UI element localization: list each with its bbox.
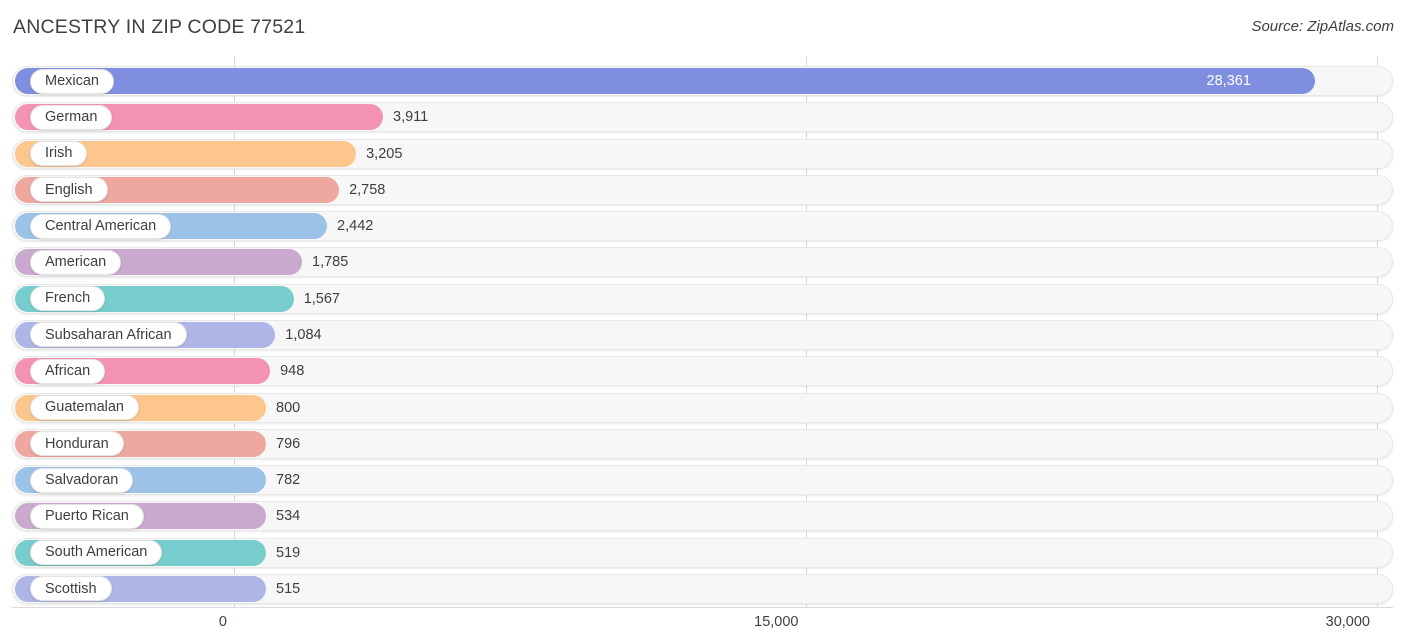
category-label-pill: American	[30, 249, 122, 275]
x-tick-label: 15,000	[754, 614, 799, 630]
chart-plot-area: Mexican 28,361 German 3,911 Irish 3,205 Englis…	[0, 56, 1406, 608]
bar-value-label: 1,567	[303, 290, 340, 307]
category-label: Salvadoran	[45, 471, 119, 488]
category-label-pill: Scottish	[30, 576, 112, 602]
category-label-pill: English	[30, 177, 108, 203]
category-label-pill: Central American	[30, 213, 172, 239]
x-tick-label: 30,000	[1325, 614, 1370, 630]
bar-value-label: 2,758	[349, 181, 386, 198]
category-label-pill: Subsaharan African	[30, 322, 187, 348]
category-label-pill: German	[30, 104, 113, 130]
category-label: German	[45, 109, 98, 126]
category-label: Honduran	[45, 435, 109, 452]
category-label: South American	[45, 544, 148, 561]
bar-mexican[interactable]	[15, 68, 1315, 94]
bar-value-label: 28,361	[1206, 73, 1251, 89]
source-attribution: Source: ZipAtlas.com	[1251, 18, 1394, 35]
category-label-pill: Salvadoran	[30, 467, 134, 493]
category-label-pill: French	[30, 286, 106, 312]
category-label: Puerto Rican	[45, 508, 129, 525]
category-label-pill: Irish	[30, 141, 88, 167]
category-label: American	[45, 254, 107, 271]
category-label: Guatemalan	[45, 399, 124, 416]
table-row[interactable]: Puerto Rican 534	[0, 501, 1406, 532]
bar-value-label: 534	[276, 508, 301, 525]
table-row[interactable]: American 1,785	[0, 247, 1406, 278]
table-row[interactable]: English 2,758	[0, 174, 1406, 205]
category-label-pill: South American	[30, 540, 163, 566]
table-row[interactable]: French 1,567	[0, 283, 1406, 314]
table-row[interactable]: Honduran 796	[0, 428, 1406, 459]
bar-value-label: 796	[276, 435, 301, 452]
category-label: African	[45, 362, 91, 379]
bar-value-label: 1,785	[312, 254, 349, 271]
table-row[interactable]: Subsaharan African 1,084	[0, 319, 1406, 350]
table-row[interactable]: Scottish 515	[0, 573, 1406, 604]
category-label: Central American	[45, 217, 157, 234]
chart-header: ANCESTRY IN ZIP CODE 77521 Source: ZipAt…	[0, 0, 1406, 56]
table-row[interactable]: African 948	[0, 356, 1406, 387]
table-row[interactable]: Central American 2,442	[0, 211, 1406, 242]
bar-value-label: 3,205	[366, 145, 403, 162]
bar-value-label: 800	[276, 399, 301, 416]
bar-value-label: 948	[280, 363, 305, 380]
bar-value-label: 519	[276, 544, 301, 561]
table-row[interactable]: South American 519	[0, 537, 1406, 568]
bar-value-label: 515	[276, 580, 301, 597]
bar-value-label: 1,084	[285, 326, 322, 343]
table-row[interactable]: German 3,911	[0, 102, 1406, 133]
table-row[interactable]: Irish 3,205	[0, 138, 1406, 169]
category-label: Subsaharan African	[45, 326, 172, 343]
category-label: English	[45, 181, 93, 198]
x-axis: 0 15,000 30,000	[0, 608, 1406, 644]
x-tick-label: 0	[218, 614, 227, 630]
category-label-pill: Puerto Rican	[30, 503, 144, 529]
category-label-pill: Guatemalan	[30, 395, 139, 421]
category-label-pill: Honduran	[30, 431, 124, 457]
bar-value-label: 782	[276, 472, 301, 489]
category-label: Scottish	[45, 580, 97, 597]
bar-value-label: 3,911	[393, 109, 429, 126]
table-row[interactable]: Salvadoran 782	[0, 465, 1406, 496]
category-label: Mexican	[45, 72, 99, 89]
page-title: ANCESTRY IN ZIP CODE 77521	[13, 16, 306, 38]
bar-value-label: 2,442	[337, 218, 374, 235]
category-label-pill: African	[30, 358, 106, 384]
table-row[interactable]: Guatemalan 800	[0, 392, 1406, 423]
category-label: Irish	[45, 145, 73, 162]
category-label-pill: Mexican	[30, 68, 114, 94]
table-row[interactable]: Mexican 28,361	[0, 66, 1406, 96]
category-label: French	[45, 290, 91, 307]
